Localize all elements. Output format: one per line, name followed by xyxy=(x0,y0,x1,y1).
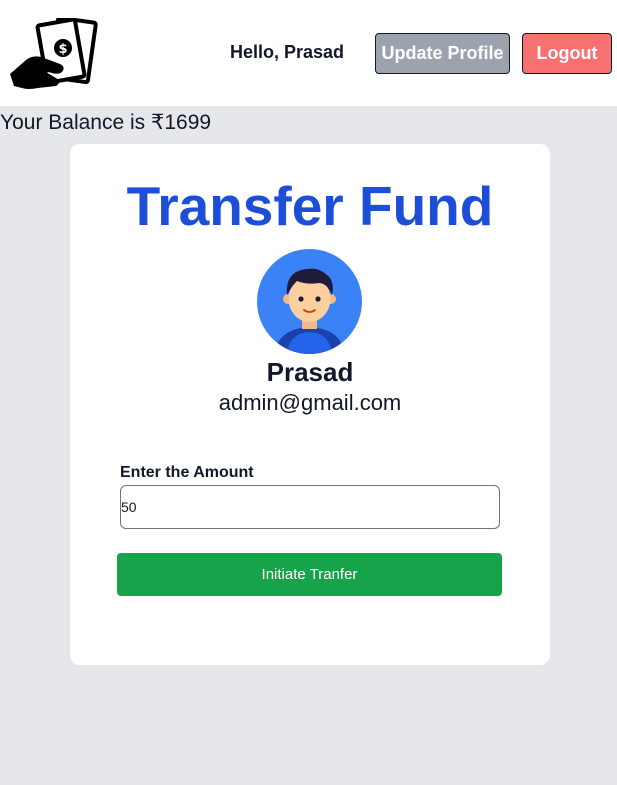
update-profile-button[interactable]: Update Profile xyxy=(375,33,510,74)
recipient-email: admin@gmail.com xyxy=(218,390,402,415)
page-title: Transfer Fund xyxy=(126,175,494,237)
amount-label: Enter the Amount xyxy=(120,464,254,481)
logout-button[interactable]: Logout xyxy=(522,33,612,74)
initiate-transfer-button[interactable]: Initiate Tranfer xyxy=(117,553,502,596)
recipient-name: Prasad xyxy=(266,357,354,387)
amount-input[interactable] xyxy=(120,485,500,529)
greeting-text: Hello, Prasad xyxy=(230,42,345,62)
cash-hand-icon[interactable]: $ xyxy=(8,15,98,90)
balance-text: Your Balance is ₹1699 xyxy=(0,111,212,134)
svg-text:$: $ xyxy=(58,42,67,57)
top-navbar: $ Hello, Prasad Update Profile Logout xyxy=(0,0,617,106)
user-avatar-icon xyxy=(257,249,362,354)
transfer-card: Transfer Fund Prasad admin@gmail.com Ent… xyxy=(70,144,550,665)
